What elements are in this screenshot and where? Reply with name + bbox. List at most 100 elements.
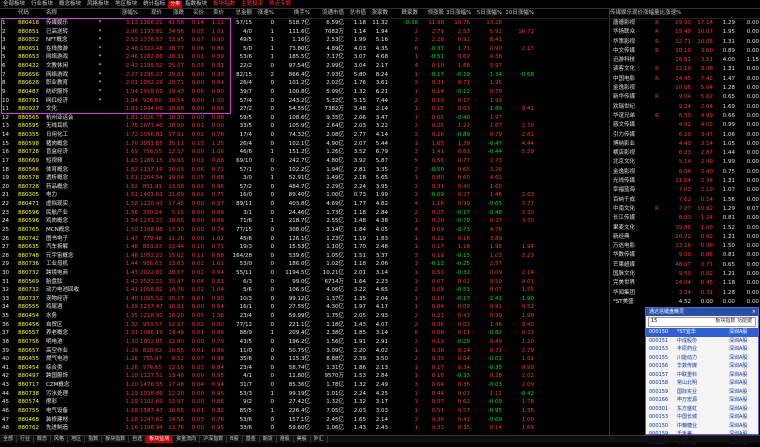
constituent-cell [653, 158, 661, 167]
top-tab[interactable]: 板块指数 [210, 0, 238, 8]
constituent-row[interactable]: 华数传媒9.000.850.810.00 [610, 251, 760, 260]
constituent-row[interactable]: 横店影视8.232.871.440.00 [610, 149, 760, 158]
top-tab[interactable]: 全部板块 [0, 0, 28, 8]
constituent-header-cell[interactable]: 量比 [654, 9, 665, 18]
column-header[interactable]: 10日涨幅% [504, 9, 536, 18]
column-header[interactable] [88, 9, 114, 18]
constituent-row[interactable]: 欢瑞世纪9.242.041.690.00 [610, 103, 760, 112]
constituent-row[interactable]: 芒果超媒48.070.710.650.00 [610, 261, 760, 270]
constituent-row[interactable]: *ST美盛4.520.000.000.00 [610, 298, 760, 307]
column-header[interactable]: 涨速% [254, 9, 276, 18]
column-header[interactable]: 买价 [186, 9, 206, 18]
constituent-row[interactable]: 完美世界14.040.451.180.00 [610, 279, 760, 288]
wizard-input[interactable]: 15 板块指数 功能键 [648, 317, 756, 327]
wizard-result-row[interactable]: 000301东方盛虹深圳A股 [646, 405, 758, 414]
wizard-result-row[interactable]: 000158常山北明深圳A股 [646, 379, 758, 388]
wizard-result-row[interactable]: 000159国际实业深圳A股 [646, 388, 758, 397]
constituent-cell: 新华传媒 [610, 93, 653, 102]
wizard-result-row[interactable]: 000153中国长城深圳A股 [646, 413, 758, 422]
constituent-row[interactable]: 新经典20.720.921.210.00 [610, 233, 760, 242]
constituent-row[interactable]: 华策影视R12.7110.051.310.00 [610, 38, 760, 47]
column-header[interactable]: 换手% [276, 9, 312, 18]
constituent-cell: 29.00 [661, 19, 691, 28]
constituent-header-cell[interactable]: 涨幅 [643, 9, 654, 18]
constituent-row[interactable]: 读客文化R12.199.081.310.00 [610, 65, 760, 74]
wizard-result-row[interactable]: 000150中粮糖业深圳A股 [646, 422, 758, 431]
constituent-row[interactable]: 光线传媒11.042.341.310.00 [610, 177, 760, 186]
constituent-row[interactable]: 新华传媒R9.045.620.650.00 [610, 93, 760, 102]
wizard-result-row[interactable]: 000150*ST宜华深圳A股 [646, 328, 758, 337]
wizard-result-row[interactable]: 000153丰原药业深圳A股 [646, 345, 758, 354]
constituent-row[interactable]: 金逸影视10.065.041.280.00 [610, 84, 760, 93]
keyboard-wizard-popup[interactable]: 通达信键盘精灵 × 15 板块指数 功能键 000150*ST宜华深圳A股000… [645, 307, 759, 435]
wizard-result-row[interactable]: 000157中联重科深圳A股 [646, 371, 758, 380]
column-header[interactable]: 涨幅% [114, 9, 140, 18]
constituent-row[interactable]: 长江传媒8.031.240.810.00 [610, 214, 760, 223]
top-tab[interactable]: 行业板块 [28, 0, 56, 8]
constituent-cell: 7.03 [661, 186, 691, 195]
top-tab[interactable]: 指数板块 [182, 0, 210, 8]
constituent-cell: 5.14 [661, 158, 691, 167]
constituent-cell: 金逸影视 [610, 168, 653, 177]
column-header[interactable]: 卖价 [206, 9, 226, 18]
constituent-cell: 北京文化 [610, 158, 653, 167]
constituent-cell: 4.99 [691, 112, 713, 121]
column-header[interactable]: 总金额 [226, 9, 254, 18]
column-header[interactable]: 现价 [140, 9, 164, 18]
constituent-row[interactable]: 百纳千成7.620.141.560.00 [610, 196, 760, 205]
constituent-cell: 8.03 [661, 214, 691, 223]
constituent-row[interactable]: 金逸影视8.682.400.750.00 [610, 168, 760, 177]
constituent-cell: 1.50 [713, 242, 735, 251]
wizard-result-row[interactable]: 000156华数传媒深圳A股 [646, 362, 758, 371]
top-tab[interactable]: 统计指标 [140, 0, 168, 8]
constituent-row[interactable]: 华闻集团3.240.311.280.00 [610, 289, 760, 298]
constituent-row[interactable]: 万达电影13.160.981.500.00 [610, 242, 760, 251]
constituent-cell [653, 224, 661, 233]
constituent-row[interactable]: 博纳影业4.433.141.050.00 [610, 140, 760, 149]
column-header[interactable]: 名称 [44, 9, 88, 18]
constituent-row[interactable]: 国脉文化9.500.621.210.00 [610, 270, 760, 279]
constituent-row[interactable]: 中南文化R7.2710.921.290.07 [610, 205, 760, 214]
constituent-header-cell[interactable]: 现价 [632, 9, 643, 18]
column-header[interactable]: 代码 [16, 9, 44, 18]
wizard-result-row[interactable]: 000151中成股份深圳A股 [646, 337, 758, 346]
constituent-cell: 3.14 [691, 140, 713, 149]
top-tab[interactable]: 风格板块 [84, 0, 112, 8]
column-header[interactable]: 涨家数 [368, 9, 390, 18]
wizard-result-row[interactable]: 000155川能动力深圳A股 [646, 354, 758, 363]
table-row[interactable]: 48880762先进制造1.161198.9413.760.000.9533/6… [0, 424, 608, 433]
constituent-cell [653, 177, 661, 186]
column-header[interactable]: 总市值 [346, 9, 368, 18]
constituent-cell: 0.31 [691, 289, 713, 298]
top-tab[interactable]: 概念板块 [56, 0, 84, 8]
constituent-row[interactable]: 迅游科技16.813.514.001.15 [610, 56, 760, 65]
constituent-header-cell[interactable]: 传媒娱乐 [610, 9, 632, 18]
constituent-row[interactable]: 中文传媒R10.193.600.890.00 [610, 47, 760, 56]
constituent-cell: 1.44 [713, 149, 735, 158]
column-header[interactable]: 涨跌 [164, 9, 186, 18]
column-header[interactable]: 3日涨幅% [446, 9, 472, 18]
column-header[interactable] [0, 9, 16, 18]
column-header[interactable]: 5日涨幅% [472, 9, 504, 18]
top-tab[interactable]: 主题投资 [238, 0, 266, 8]
constituent-row[interactable]: 果麦文化39.861.031.520.00 [610, 224, 760, 233]
constituent-row[interactable]: 幸福蓝海7.032.191.070.00 [610, 186, 760, 195]
constituent-row[interactable]: 中国电影R14.457.421.470.00 [610, 75, 760, 84]
top-tab[interactable]: 地区板块 [112, 0, 140, 8]
constituent-cell [653, 196, 661, 205]
top-tab[interactable]: 热点专题 [266, 0, 294, 8]
column-header[interactable]: 领涨股 [420, 9, 446, 18]
wizard-result-row[interactable]: 000166申万宏源深圳A股 [646, 396, 758, 405]
constituent-row[interactable]: 引力传媒6.293.471.060.00 [610, 131, 760, 140]
column-header[interactable]: 跌家数 [390, 9, 420, 18]
table-cell: 0.35 [446, 424, 472, 433]
constituent-row[interactable]: 华扬联众R15.4910.071.950.00 [610, 28, 760, 37]
wizard-result-cell: 中联重科 [677, 371, 729, 380]
column-header[interactable]: 流通市值 [312, 9, 346, 18]
constituent-row[interactable]: 慈文传媒4.924.020.990.00 [610, 121, 760, 130]
close-icon[interactable]: × [752, 308, 758, 316]
constituent-row[interactable]: 华谊兄弟R8.594.990.660.00 [610, 112, 760, 121]
constituent-row[interactable]: 唐德影视R29.0017.141.290.00 [610, 19, 760, 28]
constituent-header-cell[interactable]: 涨速% [665, 9, 681, 18]
constituent-row[interactable]: 北京文化5.142.491.990.00 [610, 158, 760, 167]
